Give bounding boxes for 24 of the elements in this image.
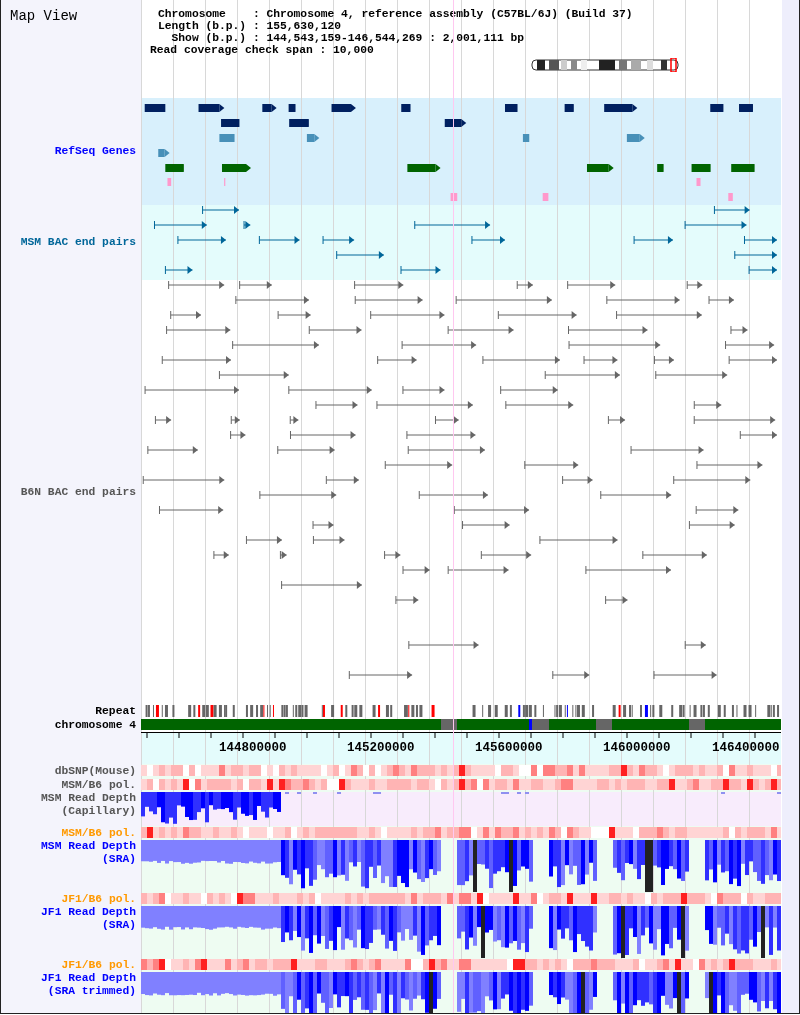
panel-title: Map View [10,8,78,24]
track-label: B6N BAC end pairs [20,485,136,499]
axis-tick-label: 145200000 [347,741,415,755]
track-label: dbSNP(Mouse) [54,764,136,778]
track-label: Repeat [95,704,136,718]
axis-tick-label: 144800000 [219,741,287,755]
info-line: Length (b.p.) : 155,630,120 [158,20,342,32]
track-label: JF1/B6 pol. [61,892,136,906]
axis-tick-label: 146000000 [603,741,671,755]
track-label: chromosome 4 [54,718,136,732]
track-label: JF1 Read Depth (SRA trimmed) [41,972,136,998]
info-line: Show (b.p.) : 144,543,159-146,544,269 : 2,001,111 bp [170,32,525,44]
track-label: RefSeq Genes [54,145,136,158]
track-label: MSM/B6 pol. [61,826,136,840]
track-label: MSM/B6 pol. [61,778,136,792]
track-label: MSM BAC end pairs [20,236,136,249]
track-label: MSM Read Depth (Capillary) [41,792,136,818]
axis-tick-label: 145600000 [475,741,543,755]
track-label: JF1/B6 pol. [61,958,136,972]
track-label: MSM Read Depth (SRA) [41,840,136,866]
axis-tick-label: 146400000 [712,741,780,755]
track-label: JF1 Read Depth (SRA) [41,906,136,932]
info-line: Chromosome : Chromosome 4, reference assembly (C57BL/6J) (Build 37) [158,8,633,20]
info-line: Read coverage check span : 10,000 [150,44,374,56]
